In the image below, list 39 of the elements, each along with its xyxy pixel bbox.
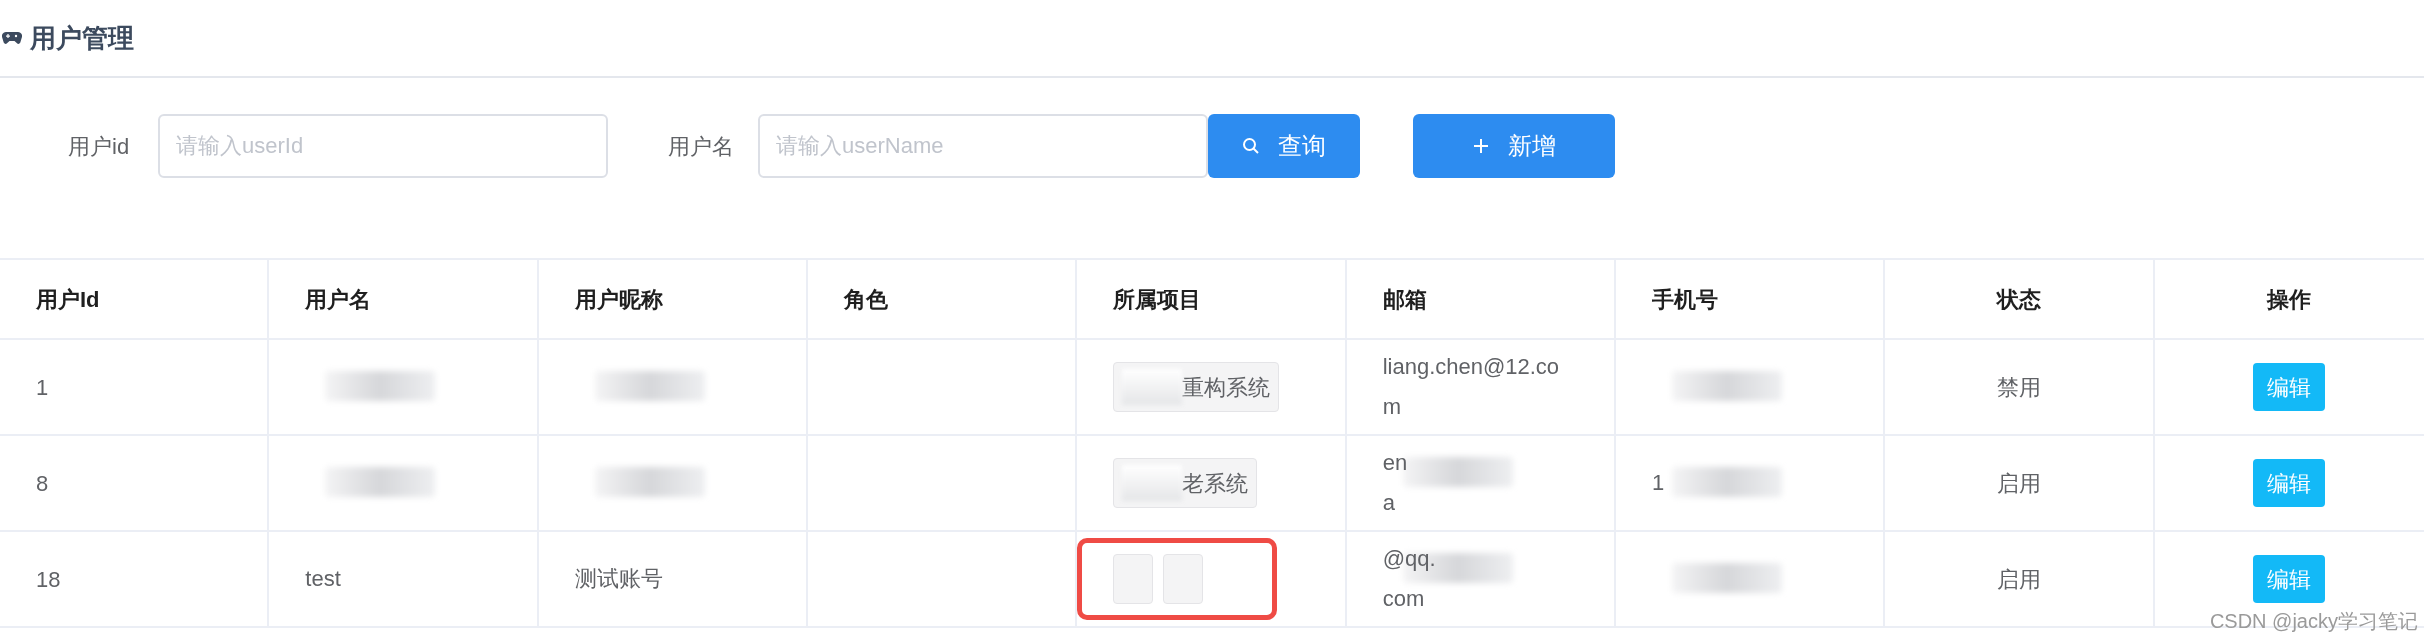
status-text: 禁用 <box>1997 373 2041 402</box>
status-text: 启用 <box>1997 469 2041 498</box>
column-header: 手机号 <box>1652 285 1718 314</box>
filter-label: 用户名 <box>668 132 735 161</box>
add-button[interactable]: 新增 <box>1413 114 1615 178</box>
cell-text: 1 <box>36 373 49 402</box>
cell-text: 1 <box>1652 469 1666 497</box>
cell-text: liang.chen@12.co <box>1382 353 1560 381</box>
column-header: 邮箱 <box>1382 285 1427 314</box>
cell-text: test <box>305 565 341 593</box>
filter-input[interactable]: 请输入userId <box>158 114 608 178</box>
column-header: 操作 <box>2267 285 2312 314</box>
filter-input[interactable]: 请输入userName <box>758 114 1208 178</box>
page-title: 用户管理 <box>30 21 134 55</box>
cell-text: 测试账号 <box>574 565 663 593</box>
column-header: 用户名 <box>305 285 372 314</box>
column-header: 所属项目 <box>1113 285 1202 314</box>
watermark-text: CSDN @jacky学习笔记 <box>2209 609 2418 634</box>
cell-text: com <box>1382 585 1426 613</box>
search-button[interactable]: 查询 <box>1208 114 1360 178</box>
column-header: 角色 <box>844 285 888 314</box>
cell-text: a <box>1382 489 1396 517</box>
column-header: 用户Id <box>36 285 100 314</box>
status-text: 启用 <box>1997 565 2041 594</box>
cell-text: en <box>1382 449 1408 477</box>
column-header: 用户昵称 <box>574 285 663 314</box>
cell-text: 8 <box>36 469 49 498</box>
plus-icon <box>1472 137 1490 155</box>
cell-text: @qq. <box>1382 545 1436 573</box>
edit-button[interactable]: 编辑 <box>2253 555 2326 603</box>
edit-button[interactable]: 编辑 <box>2253 363 2326 411</box>
project-tag: 老系统 <box>1113 458 1258 508</box>
filter-label: 用户id <box>68 132 131 161</box>
project-tag: 重构系统 <box>1113 362 1280 412</box>
cell-text: m <box>1382 393 1402 421</box>
column-header: 状态 <box>1997 285 2041 314</box>
edit-button[interactable]: 编辑 <box>2253 459 2326 507</box>
cell-text: 18 <box>36 565 61 594</box>
search-icon <box>1242 137 1260 155</box>
